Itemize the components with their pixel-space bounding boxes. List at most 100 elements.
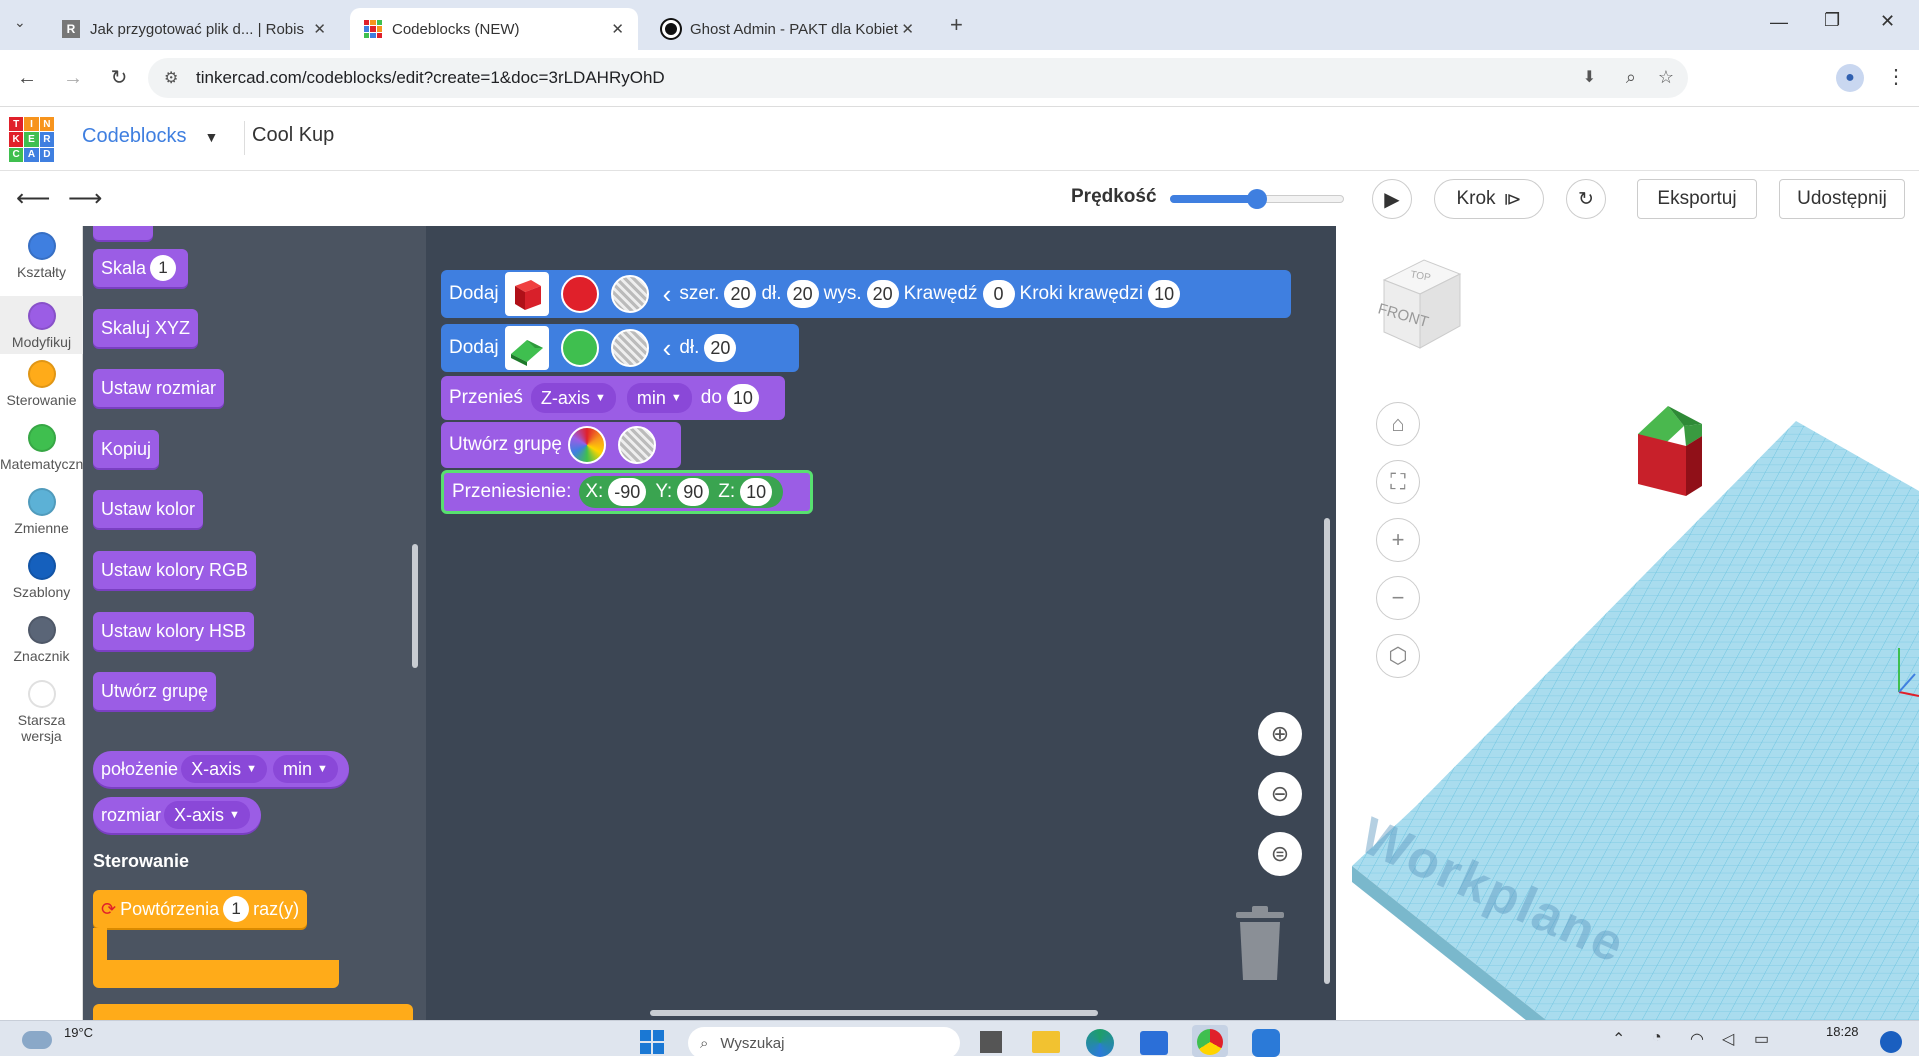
step-button[interactable]: Krok ⧐	[1434, 179, 1544, 219]
add-roof-block[interactable]: Dodaj ‹ dł. 20	[441, 324, 799, 372]
export-button[interactable]: Eksportuj	[1637, 179, 1757, 219]
length-value[interactable]: 20	[786, 280, 819, 308]
perspective-button[interactable]: ⬡	[1376, 634, 1420, 678]
palette-block-scale-xyz[interactable]: Skaluj XYZ	[93, 309, 199, 347]
workspace-vertical-scrollbar[interactable]	[1324, 518, 1330, 984]
undo-icon[interactable]: ⟵	[16, 184, 50, 213]
category-templates[interactable]: Szablony	[0, 552, 83, 600]
speed-slider-handle[interactable]	[1247, 189, 1267, 209]
install-app-icon[interactable]: ⬇	[1583, 67, 1596, 87]
edge-steps-value[interactable]: 10	[1148, 280, 1181, 308]
zoom-in-view-button[interactable]: +	[1376, 518, 1420, 562]
color-swatch[interactable]	[560, 275, 599, 313]
file-explorer-icon[interactable]	[1032, 1031, 1060, 1053]
reset-button[interactable]: ↻	[1566, 179, 1606, 219]
network-icon[interactable]: ◔	[1652, 1029, 1662, 1047]
play-button[interactable]: ▶	[1372, 179, 1412, 219]
category-modify[interactable]: Modyfikuj	[0, 296, 83, 354]
width-value[interactable]: 20	[724, 280, 757, 308]
weather-temperature[interactable]: 19°C	[64, 1025, 93, 1040]
tab-codeblocks[interactable]: Codeblocks (NEW) ✕	[350, 8, 638, 50]
category-legacy[interactable]: Starsza wersja	[0, 680, 83, 744]
multicolor-swatch[interactable]	[568, 426, 606, 464]
3d-viewport[interactable]: Workplane TOP FRONT ⌂ ⛶ + − ⬡	[1336, 226, 1919, 1020]
box-shape-thumbnail[interactable]	[504, 272, 549, 316]
category-marker[interactable]: Znacznik	[0, 616, 83, 664]
store-icon[interactable]	[1140, 1031, 1168, 1055]
y-value[interactable]: 90	[677, 478, 710, 506]
edge-value[interactable]: 0	[982, 280, 1015, 308]
app-switcher[interactable]: Codeblocks ▼	[82, 125, 218, 148]
mode-dropdown[interactable]: min ▼	[272, 755, 338, 783]
forward-arrow-icon[interactable]: →	[58, 63, 88, 93]
roof-shape-thumbnail[interactable]	[504, 326, 549, 370]
site-settings-icon[interactable]: ⚙	[164, 68, 178, 88]
palette-block-scale[interactable]: Skala 1	[93, 249, 189, 287]
group-block[interactable]: Utwórz grupę	[441, 422, 681, 468]
reload-icon[interactable]: ↻	[104, 63, 134, 93]
palette-block-repeat[interactable]: ⟳ Powtórzenia 1 raz(y)	[93, 890, 308, 928]
palette-block-position[interactable]: położenie X-axis ▼ min ▼	[93, 751, 349, 787]
mode-dropdown[interactable]: min ▼	[626, 383, 692, 413]
height-value[interactable]: 20	[866, 280, 899, 308]
tab-search-chevron-icon[interactable]: ⌄	[14, 14, 26, 31]
new-tab-icon[interactable]: +	[950, 12, 963, 38]
taskbar-search-box[interactable]: ⌕ Wyszukaj	[688, 1027, 960, 1059]
repeat-value[interactable]: 1	[223, 896, 250, 922]
length-value[interactable]: 20	[704, 334, 737, 362]
windows-start-icon[interactable]	[640, 1030, 664, 1054]
zoom-out-button[interactable]: ⊖	[1258, 772, 1302, 816]
color-swatch[interactable]	[560, 329, 599, 367]
category-variables[interactable]: Zmienne	[0, 488, 83, 536]
x-value[interactable]: -90	[608, 478, 647, 506]
chrome-taskbar-button[interactable]	[1192, 1025, 1228, 1057]
axis-dropdown[interactable]: X-axis ▼	[164, 801, 250, 829]
move-block[interactable]: Przenieś Z-axis ▼ min ▼ do 10	[441, 376, 785, 420]
chrome-menu-icon[interactable]: ⋮	[1886, 64, 1906, 89]
workspace-horizontal-scrollbar[interactable]	[650, 1010, 1098, 1016]
tray-chevron-icon[interactable]: ⌃	[1612, 1029, 1625, 1049]
axis-dropdown[interactable]: X-axis ▼	[181, 755, 267, 783]
palette-block-set-hsb[interactable]: Ustaw kolory HSB	[93, 612, 255, 650]
axis-dropdown[interactable]: Z-axis ▼	[530, 383, 616, 413]
task-view-icon[interactable]	[980, 1031, 1002, 1053]
hole-swatch[interactable]	[610, 329, 649, 367]
category-shapes[interactable]: Kształty	[0, 232, 83, 280]
tinkercad-logo[interactable]: T I N K E R C A D	[9, 117, 54, 162]
edge-browser-icon[interactable]	[1086, 1029, 1114, 1057]
palette-block-partial[interactable]	[93, 1004, 413, 1020]
url-bar[interactable]: ⚙ tinkercad.com/codeblocks/edit?create=1…	[148, 58, 1688, 98]
speed-slider[interactable]	[1170, 186, 1344, 212]
wifi-icon[interactable]: ◠	[1690, 1029, 1704, 1049]
design-name[interactable]: Cool Kup	[252, 124, 334, 147]
xyz-vector[interactable]: X: -90 Y: 90 Z: 10	[579, 476, 784, 508]
house-model[interactable]	[1626, 396, 1726, 506]
palette-block-copy[interactable]: Kopiuj	[93, 430, 160, 468]
hole-swatch[interactable]	[618, 426, 656, 464]
zoom-reset-button[interactable]: ⊜	[1258, 832, 1302, 876]
z-value[interactable]: 10	[740, 478, 773, 506]
chevron-left-icon[interactable]: ‹	[663, 333, 672, 364]
notification-icon[interactable]	[1880, 1031, 1902, 1053]
fit-view-button[interactable]: ⛶	[1376, 460, 1420, 504]
volume-icon[interactable]: ◁	[1722, 1029, 1734, 1049]
scale-value[interactable]: 1	[150, 255, 177, 281]
palette-block-size[interactable]: rozmiar X-axis ▼	[93, 797, 261, 833]
zoom-out-view-button[interactable]: −	[1376, 576, 1420, 620]
minimize-window-icon[interactable]: —	[1770, 12, 1788, 33]
palette-block-set-color[interactable]: Ustaw kolor	[93, 490, 204, 528]
palette-block-set-rgb[interactable]: Ustaw kolory RGB	[93, 551, 257, 589]
close-tab-icon[interactable]: ✕	[611, 20, 624, 38]
category-math[interactable]: Matematyczne	[0, 424, 83, 472]
tab-ghost-admin[interactable]: Ghost Admin - PAKT dla Kobiet ✕	[648, 8, 928, 50]
close-tab-icon[interactable]: ✕	[313, 20, 326, 38]
view-cube[interactable]: TOP FRONT	[1376, 256, 1476, 356]
weather-cloud-icon[interactable]	[22, 1031, 52, 1049]
zoom-in-button[interactable]: ⊕	[1258, 712, 1302, 756]
tab-robisz[interactable]: R Jak przygotować plik d... | Robis ✕	[48, 8, 340, 50]
move-value[interactable]: 10	[726, 384, 759, 412]
home-view-button[interactable]: ⌂	[1376, 402, 1420, 446]
battery-icon[interactable]: ▭	[1754, 1029, 1769, 1049]
translate-block[interactable]: Przeniesienie: X: -90 Y: 90 Z: 10	[441, 470, 813, 514]
bookmark-star-icon[interactable]: ☆	[1658, 67, 1674, 88]
